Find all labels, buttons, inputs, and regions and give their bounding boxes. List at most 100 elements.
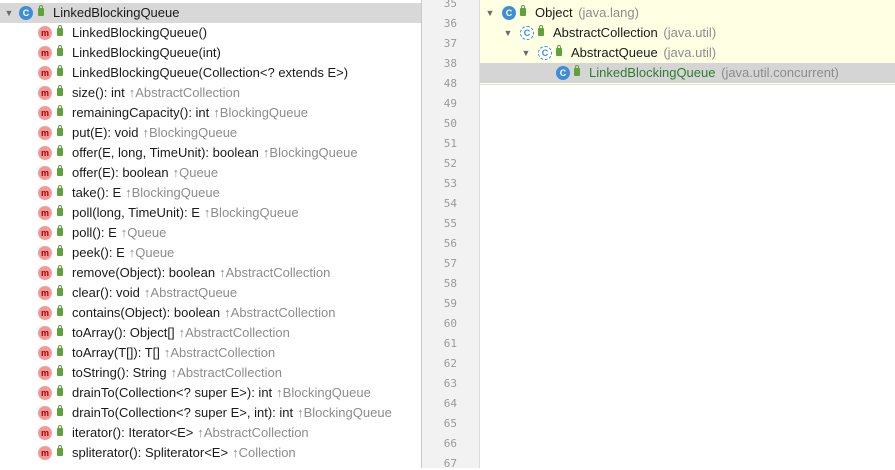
member-signature: put(E): void [72, 125, 139, 140]
lock-icon [57, 345, 63, 356]
method-icon: m [38, 446, 52, 460]
line-number: 55 [443, 217, 457, 230]
line-number: 58 [443, 277, 457, 290]
member-row[interactable]: m LinkedBlockingQueue(int) [0, 43, 421, 63]
member-signature: drainTo(Collection<? super E>, int): int [72, 405, 294, 420]
member-signature: spliterator(): Spliterator<E> [72, 445, 229, 460]
lock-icon [57, 405, 63, 416]
expand-toggle-icon[interactable]: ▼ [3, 3, 15, 23]
package-name: (java.util.concurrent) [721, 65, 839, 80]
member-row[interactable]: m put(E): void ↑BlockingQueue [0, 123, 421, 143]
line-number: 51 [443, 137, 457, 150]
member-row[interactable]: m drainTo(Collection<? super E>): int ↑Blo… [0, 383, 421, 403]
member-row[interactable]: m toArray(): Object[] ↑AbstractCollection [0, 323, 421, 343]
lock-icon [57, 305, 63, 316]
member-owner: ↑AbstractCollection [128, 85, 241, 100]
member-signature: size(): int [72, 85, 125, 100]
member-owner: ↑Queue [128, 245, 175, 260]
line-number: 54 [443, 197, 457, 210]
line-number: 36 [443, 17, 457, 30]
structure-popup: ▼ C LinkedBlockingQueue m LinkedBlockingQ… [0, 0, 421, 468]
lock-icon [57, 285, 63, 296]
member-owner: ↑AbstractQueue [143, 285, 238, 300]
method-icon: m [38, 226, 52, 240]
member-row[interactable]: m iterator(): Iterator<E> ↑AbstractCollect… [0, 423, 421, 443]
expand-toggle-icon[interactable]: ▼ [502, 23, 514, 43]
class-name: AbstractCollection [553, 25, 658, 40]
hierarchy-tree: ▼ C Object (java.lang) ▼ C AbstractCollection… [480, 0, 895, 85]
line-number-gutter: 35 36 37 38 48 49 50 51 52 53 54 55 56 57 58 59 60 61 62 63… [421, 0, 480, 470]
member-row[interactable]: m poll(long, TimeUnit): E ↑BlockingQueue [0, 203, 421, 223]
method-icon: m [38, 26, 52, 40]
method-icon: m [38, 86, 52, 100]
member-owner: ↑BlockingQueue [125, 185, 220, 200]
member-owner: ↑BlockingQueue [276, 385, 371, 400]
line-number: 62 [443, 357, 457, 370]
lock-icon [57, 165, 63, 176]
method-icon: m [38, 106, 52, 120]
expand-toggle-icon[interactable]: ▼ [484, 3, 496, 23]
class-name: Object [535, 5, 573, 20]
lock-icon [57, 65, 63, 76]
method-icon: m [38, 266, 52, 280]
expand-toggle-icon[interactable]: ▼ [520, 43, 532, 63]
line-number: 57 [443, 257, 457, 270]
lock-icon [57, 205, 63, 216]
package-name: (java.util) [663, 25, 717, 40]
method-icon: m [38, 206, 52, 220]
member-row[interactable]: m clear(): void ↑AbstractQueue [0, 283, 421, 303]
member-row[interactable]: m offer(E): boolean ↑Queue [0, 163, 421, 183]
member-signature: offer(E, long, TimeUnit): boolean [72, 145, 259, 160]
member-signature: LinkedBlockingQueue(int) [72, 45, 221, 60]
member-owner: ↑AbstractCollection [224, 305, 336, 320]
lock-icon [57, 425, 63, 436]
member-row[interactable]: m take(): E ↑BlockingQueue [0, 183, 421, 203]
method-icon: m [38, 246, 52, 260]
method-icon: m [38, 286, 52, 300]
member-signature: offer(E): boolean [72, 165, 169, 180]
class-name: LinkedBlockingQueue [589, 65, 716, 80]
line-number: 56 [443, 237, 457, 250]
member-row[interactable]: m spliterator(): Spliterator<E> ↑Collectio… [0, 443, 421, 463]
member-row[interactable]: m offer(E, long, TimeUnit): boolean ↑Block… [0, 143, 421, 163]
member-row[interactable]: m toString(): String ↑AbstractCollection [0, 363, 421, 383]
line-number: 49 [443, 97, 457, 110]
lock-icon [38, 5, 44, 16]
class-icon: C [19, 6, 33, 20]
member-row[interactable]: m poll(): E ↑Queue [0, 223, 421, 243]
lock-icon [520, 5, 526, 16]
line-number: 35 [443, 0, 457, 10]
lock-icon [57, 85, 63, 96]
member-row[interactable]: m remove(Object): boolean ↑AbstractCollect… [0, 263, 421, 283]
member-signature: LinkedBlockingQueue() [72, 25, 208, 40]
line-number: 53 [443, 177, 457, 190]
member-signature: clear(): void [72, 285, 140, 300]
line-number: 59 [443, 297, 457, 310]
line-number: 52 [443, 157, 457, 170]
member-row[interactable]: m peek(): E ↑Queue [0, 243, 421, 263]
member-row[interactable]: m LinkedBlockingQueue() [0, 23, 421, 43]
member-row[interactable]: m size(): int ↑AbstractCollection [0, 83, 421, 103]
member-owner: ↑BlockingQueue [297, 405, 392, 420]
structure-root-row[interactable]: ▼ C LinkedBlockingQueue [0, 3, 421, 23]
member-owner: ↑BlockingQueue [262, 145, 358, 160]
member-owner: ↑Queue [172, 165, 219, 180]
hierarchy-node[interactable]: C LinkedBlockingQueue (java.util.concurre… [480, 63, 895, 83]
lock-icon [57, 185, 63, 196]
line-number: 64 [443, 397, 457, 410]
member-row[interactable]: m drainTo(Collection<? super E>, int): in… [0, 403, 421, 423]
member-signature: remove(Object): boolean [72, 265, 216, 280]
member-row[interactable]: m LinkedBlockingQueue(Collection<? extend… [0, 63, 421, 83]
member-row[interactable]: m remainingCapacity(): int ↑BlockingQueue [0, 103, 421, 123]
member-row[interactable]: m contains(Object): boolean ↑AbstractColle… [0, 303, 421, 323]
lock-icon [57, 325, 63, 336]
method-icon: m [38, 306, 52, 320]
lock-icon [57, 265, 63, 276]
member-signature: LinkedBlockingQueue(Collection<? extends… [72, 65, 349, 80]
member-owner: ↑BlockingQueue [142, 125, 238, 140]
method-icon: m [38, 66, 52, 80]
member-signature: take(): E [72, 185, 122, 200]
member-row[interactable]: m toArray(T[]): T[] ↑AbstractCollection [0, 343, 421, 363]
member-owner: ↑AbstractCollection [170, 365, 282, 380]
lock-icon [574, 65, 580, 76]
